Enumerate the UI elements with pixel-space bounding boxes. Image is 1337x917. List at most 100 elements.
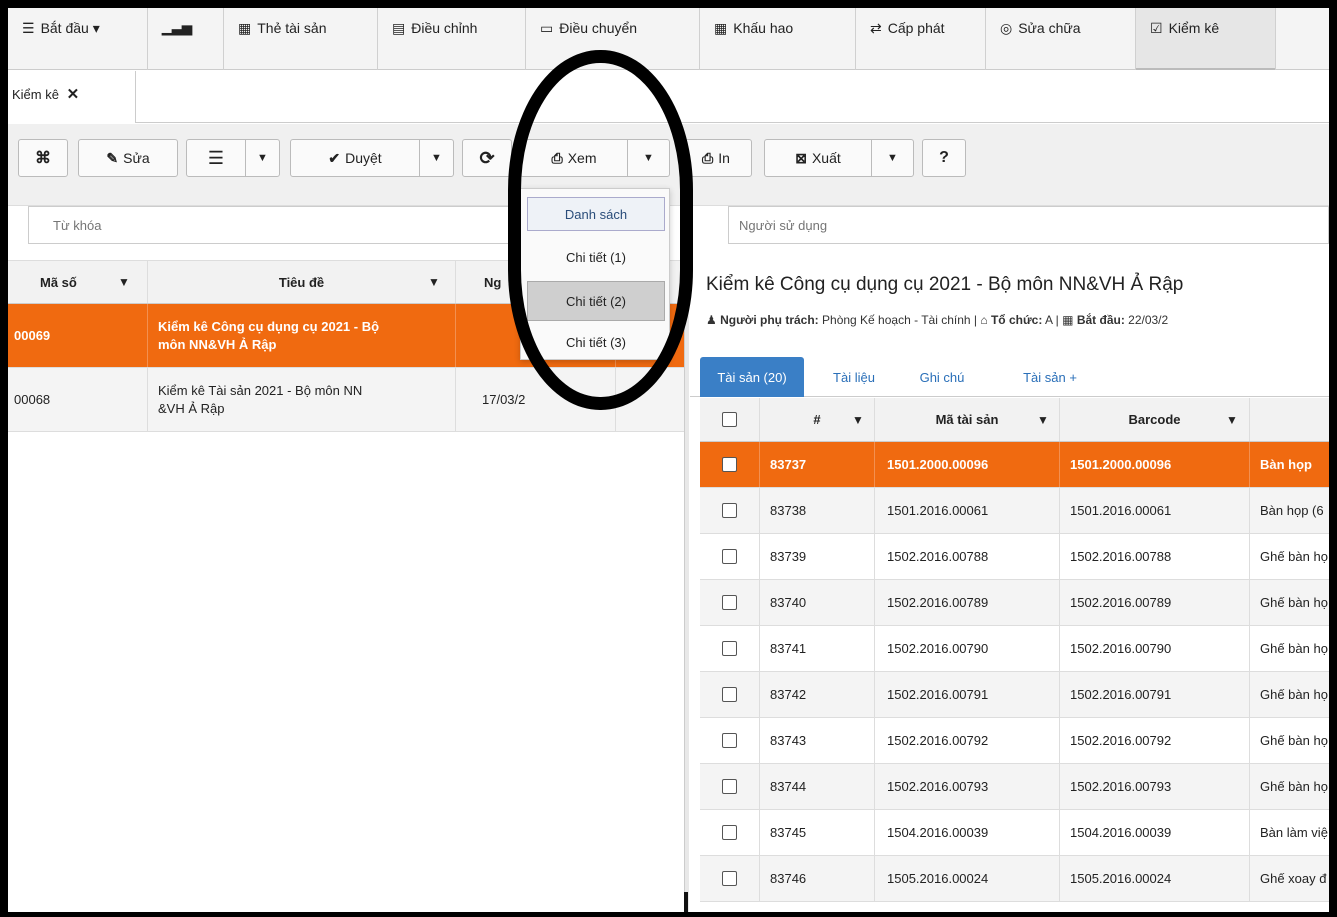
row-checkbox[interactable] — [722, 503, 737, 518]
header-name[interactable] — [1250, 398, 1329, 441]
row-select[interactable] — [700, 764, 760, 809]
menu-allocation[interactable]: ⇄ Cấp phát — [856, 8, 986, 70]
row-asset-name: Ghế bàn họ — [1260, 595, 1328, 610]
resize-handle[interactable] — [684, 892, 688, 912]
laptop-icon: ▭ — [540, 20, 554, 36]
tab-assets-plus[interactable]: Tài sản + — [1000, 357, 1100, 397]
menu-icon: ☰ — [22, 20, 35, 36]
header-title[interactable]: Tiêu đề ▼ — [148, 261, 456, 303]
detail-title: Kiểm kê Công cụ dụng cụ 2021 - Bộ môn NN… — [706, 274, 1184, 295]
row-checkbox[interactable] — [722, 687, 737, 702]
table-row[interactable]: 83743 1502.2016.00792 1502.2016.00792 Ghế b… — [700, 718, 1329, 764]
row-id: 83737 — [760, 442, 875, 487]
row-select[interactable] — [700, 534, 760, 579]
approve-button[interactable]: ✔ Duyệt ▼ — [290, 139, 454, 177]
chevron-down-icon[interactable]: ▼ — [419, 140, 453, 176]
export-main[interactable]: ⊠ Xuất — [765, 150, 871, 167]
row-checkbox[interactable] — [722, 733, 737, 748]
menu-item-list[interactable]: Danh sách — [527, 197, 665, 231]
chevron-down-icon[interactable]: ▼ — [871, 140, 913, 176]
approve-main[interactable]: ✔ Duyệt — [291, 150, 419, 167]
row-checkbox[interactable] — [722, 871, 737, 886]
list-menu-button[interactable]: ☰ ▼ — [186, 139, 280, 177]
menu-start[interactable]: ☰ Bắt đầu ▾ — [8, 8, 148, 70]
row-checkbox[interactable] — [722, 779, 737, 794]
row-id: 83740 — [760, 580, 875, 625]
row-select[interactable] — [700, 718, 760, 763]
row-checkbox[interactable] — [722, 595, 737, 610]
table-row[interactable]: 83739 1502.2016.00788 1502.2016.00788 Ghế b… — [700, 534, 1329, 580]
chevron-down-icon[interactable]: ▼ — [245, 140, 279, 176]
calculator-icon: ▦ — [714, 20, 728, 36]
menu-repair[interactable]: ◎ Sửa chữa — [986, 8, 1136, 70]
detail-tabs: Tài sản (20) Tài liệu Ghi chú Tài sản + — [690, 357, 1329, 397]
filter-icon[interactable]: ▼ — [852, 413, 864, 427]
tab-documents[interactable]: Tài liệu — [814, 357, 894, 397]
check-circle-icon: ✔ — [328, 149, 341, 166]
menu-item-detail-1[interactable]: Chi tiết (1) — [527, 239, 665, 275]
row-select[interactable] — [700, 810, 760, 855]
pane-splitter[interactable] — [684, 260, 689, 912]
menu-item-detail-3[interactable]: Chi tiết (3) — [527, 325, 665, 359]
close-icon[interactable]: ✕ — [67, 86, 80, 103]
row-asset-name: Bàn làm việ — [1260, 825, 1328, 840]
select-all-checkbox[interactable] — [722, 412, 737, 427]
row-asset-name: Ghế bàn họ — [1260, 687, 1328, 702]
filter-icon[interactable]: ▼ — [118, 275, 130, 289]
table-row[interactable]: 00068 Kiểm kê Tài sản 2021 - Bộ môn NN &… — [8, 368, 688, 432]
header-barcode[interactable]: Barcode ▼ — [1060, 398, 1250, 441]
table-row[interactable]: 83742 1502.2016.00791 1502.2016.00791 Ghế b… — [700, 672, 1329, 718]
user-search-input[interactable] — [728, 206, 1329, 244]
tab-assets[interactable]: Tài sản (20) — [700, 357, 804, 397]
row-select[interactable] — [700, 442, 760, 487]
meta-start-label: Bắt đầu: — [1076, 313, 1125, 327]
table-row[interactable]: 83740 1502.2016.00789 1502.2016.00789 Ghế b… — [700, 580, 1329, 626]
header-select-all[interactable] — [700, 398, 760, 441]
calendar-icon: ▦ — [1062, 313, 1074, 327]
view-button[interactable]: ⎙ Xem ▼ — [520, 139, 670, 177]
menu-item-detail-2[interactable]: Chi tiết (2) — [527, 281, 665, 321]
row-select[interactable] — [700, 626, 760, 671]
tab-notes[interactable]: Ghi chú — [900, 357, 984, 397]
table-row[interactable]: 83741 1502.2016.00790 1502.2016.00790 Ghế b… — [700, 626, 1329, 672]
table-row[interactable]: 83738 1501.2016.00061 1501.2016.00061 Bàn h… — [700, 488, 1329, 534]
row-checkbox[interactable] — [722, 457, 737, 472]
view-main[interactable]: ⎙ Xem — [521, 150, 627, 167]
row-checkbox[interactable] — [722, 549, 737, 564]
table-row[interactable]: 83745 1504.2016.00039 1504.2016.00039 Bàn l… — [700, 810, 1329, 856]
menu-adjust[interactable]: ▤ Điều chỉnh — [378, 8, 526, 70]
help-button[interactable]: ? — [922, 139, 966, 177]
export-button[interactable]: ⊠ Xuất ▼ — [764, 139, 914, 177]
filter-icon[interactable]: ▼ — [428, 275, 440, 289]
header-code[interactable]: Mã số ▼ — [8, 261, 148, 303]
row-select[interactable] — [700, 580, 760, 625]
pencil-icon: ✎ — [106, 149, 119, 166]
menu-transfer[interactable]: ▭ Điều chuyển — [526, 8, 700, 70]
row-select[interactable] — [700, 488, 760, 533]
menu-asset-card-label: Thẻ tài sản — [257, 20, 327, 36]
table-row[interactable]: 83744 1502.2016.00793 1502.2016.00793 Ghế b… — [700, 764, 1329, 810]
menu-depreciation[interactable]: ▦ Khấu hao — [700, 8, 856, 70]
print-button[interactable]: ⎙ In — [680, 139, 752, 177]
row-checkbox[interactable] — [722, 825, 737, 840]
table-row[interactable]: 83737 1501.2000.00096 1501.2000.00096 Bàn h… — [700, 442, 1329, 488]
search-button[interactable]: ⌘ — [18, 139, 68, 177]
refresh-button[interactable]: ⟳ — [462, 139, 512, 177]
list-icon: ☰ — [207, 147, 225, 168]
row-select[interactable] — [700, 856, 760, 901]
chevron-down-icon[interactable]: ▼ — [627, 140, 669, 176]
row-select[interactable] — [700, 672, 760, 717]
tab-inventory[interactable]: Kiểm kê ✕ — [8, 71, 136, 123]
table-row[interactable]: 83746 1505.2016.00024 1505.2016.00024 Ghế x… — [700, 856, 1329, 902]
row-id: 83743 — [760, 718, 875, 763]
menu-inventory[interactable]: ☑ Kiểm kê — [1136, 8, 1276, 70]
menu-asset-card[interactable]: ▦ Thẻ tài sản — [224, 8, 378, 70]
header-asset-code[interactable]: Mã tài sản ▼ — [875, 398, 1060, 441]
row-checkbox[interactable] — [722, 641, 737, 656]
row-asset-code: 1502.2016.00791 — [875, 672, 1060, 717]
filter-icon[interactable]: ▼ — [1226, 413, 1238, 427]
header-id[interactable]: # ▼ — [760, 398, 875, 441]
edit-button[interactable]: ✎ Sửa — [78, 139, 178, 177]
filter-icon[interactable]: ▼ — [1037, 413, 1049, 427]
menu-reports[interactable]: ▁▃▅ — [148, 8, 224, 70]
